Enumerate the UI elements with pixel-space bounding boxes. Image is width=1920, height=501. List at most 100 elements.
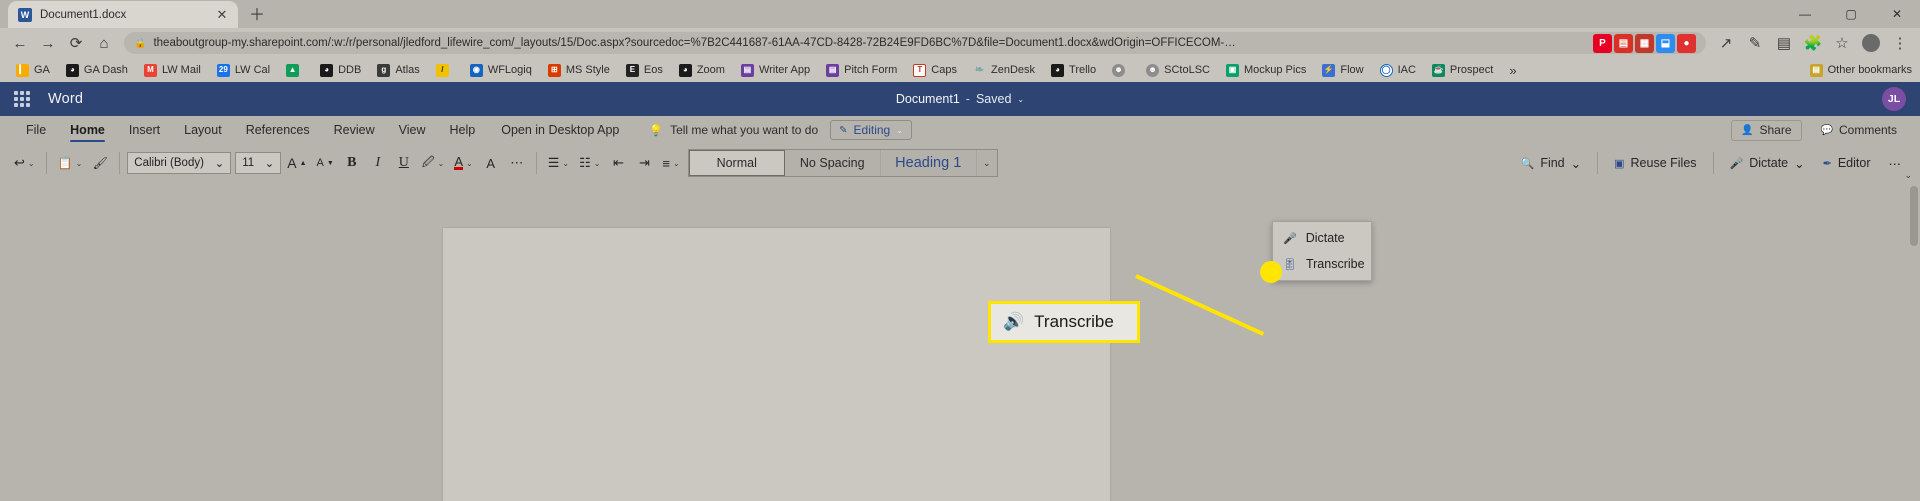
bookmarks-overflow-icon[interactable]: » bbox=[1501, 63, 1524, 78]
reload-icon[interactable]: ⟳ bbox=[62, 30, 90, 56]
back-icon[interactable]: ← bbox=[6, 30, 34, 56]
bookmark-item[interactable]: ◕ Trello bbox=[1043, 60, 1104, 80]
forward-icon[interactable]: → bbox=[34, 30, 62, 56]
document-page[interactable] bbox=[443, 228, 1110, 501]
reuse-files-button[interactable]: ▣ Reuse Files bbox=[1605, 150, 1705, 176]
close-icon[interactable]: ✕ bbox=[214, 7, 230, 23]
bookmark-item[interactable]: ☻ bbox=[1104, 60, 1138, 80]
comments-button[interactable]: 💬 Comments bbox=[1812, 120, 1906, 141]
highlight-color-button[interactable]: 🖉 ⌄ bbox=[418, 150, 449, 176]
tab-references[interactable]: References bbox=[234, 116, 322, 144]
bookmark-item[interactable]: ◯ IAC bbox=[1372, 60, 1424, 80]
styles-more-icon[interactable]: ⌄ bbox=[977, 150, 997, 176]
bookmark-item[interactable]: ◕ Zoom bbox=[671, 60, 733, 80]
dictate-button[interactable]: 🎤 Dictate ⌄ bbox=[1721, 150, 1814, 176]
format-painter-button[interactable]: 🖌 bbox=[88, 150, 112, 176]
puzzle-icon[interactable]: 🧩 bbox=[1799, 30, 1827, 56]
font-more-options-button[interactable]: ⋯ bbox=[505, 150, 529, 176]
find-button[interactable]: 🔍 Find ⌄ bbox=[1512, 150, 1591, 176]
bookmark-item[interactable]: ☕ Prospect bbox=[1424, 60, 1501, 80]
bookmark-item[interactable]: g Atlas bbox=[369, 60, 427, 80]
bookmark-item[interactable]: ▤ Writer App bbox=[733, 60, 818, 80]
other-bookmarks-button[interactable]: ▤ Other bookmarks bbox=[1809, 63, 1912, 77]
tab-view[interactable]: View bbox=[387, 116, 438, 144]
undo-button[interactable]: ↩ ⌄ bbox=[10, 150, 39, 176]
save-status[interactable]: Saved bbox=[976, 92, 1011, 106]
bookmark-item[interactable]: ▎ GA bbox=[8, 60, 58, 80]
bookmark-item[interactable]: M LW Mail bbox=[136, 60, 209, 80]
bookmark-item[interactable]: ◉ WFLogiq bbox=[462, 60, 540, 80]
avatar[interactable]: JL bbox=[1882, 87, 1906, 111]
grow-font-button[interactable]: A ▲ bbox=[283, 150, 310, 176]
app-name[interactable]: Word bbox=[48, 91, 83, 107]
bookmark-item[interactable]: ▤ Pitch Form bbox=[818, 60, 905, 80]
shrink-font-button[interactable]: A ▼ bbox=[313, 150, 338, 176]
clear-formatting-button[interactable]: A bbox=[479, 150, 503, 176]
underline-button[interactable]: U bbox=[392, 150, 416, 176]
italic-button[interactable]: I bbox=[366, 150, 390, 176]
menu-item-dictate[interactable]: 🎤 Dictate bbox=[1273, 225, 1371, 251]
record-extension-icon[interactable]: ● bbox=[1677, 33, 1696, 53]
bookmark-item[interactable]: ☻ SCtoLSC bbox=[1138, 60, 1218, 80]
font-color-button[interactable]: A ⌄ bbox=[450, 150, 476, 176]
pinterest-extension-icon[interactable]: P bbox=[1593, 33, 1612, 53]
edit-icon[interactable]: ✎ bbox=[1741, 30, 1769, 56]
browser-tab[interactable]: W Document1.docx ✕ bbox=[8, 1, 238, 28]
chevron-down-icon[interactable]: ⌄ bbox=[1794, 156, 1804, 171]
bookmark-item[interactable]: ◕ DDB bbox=[312, 60, 369, 80]
bookmark-item[interactable]: ▲ bbox=[278, 60, 312, 80]
bold-button[interactable]: B bbox=[340, 150, 364, 176]
tab-home[interactable]: Home bbox=[58, 116, 117, 144]
open-in-desktop-app-button[interactable]: Open in Desktop App bbox=[487, 116, 633, 144]
grammar-extension-icon[interactable]: ▦ bbox=[1635, 33, 1654, 53]
tab-review[interactable]: Review bbox=[322, 116, 387, 144]
bookmark-item[interactable]: ❧ ZenDesk bbox=[965, 60, 1043, 80]
profile-avatar-icon[interactable] bbox=[1857, 30, 1885, 56]
tell-me-search[interactable]: 💡 Tell me what you want to do bbox=[649, 123, 818, 137]
bookmark-item[interactable]: ◕ GA Dash bbox=[58, 60, 136, 80]
app-launcher-icon[interactable] bbox=[14, 91, 30, 107]
menu-item-transcribe[interactable]: 🎚 Transcribe bbox=[1273, 251, 1371, 277]
browser-menu-icon[interactable]: ⋮ bbox=[1886, 30, 1914, 56]
numbering-button[interactable]: ☷ ⌄ bbox=[575, 150, 604, 176]
share-button[interactable]: 👤 Share bbox=[1731, 119, 1802, 141]
bookmark-item[interactable]: ⚡ Flow bbox=[1314, 60, 1371, 80]
sidebar-icon[interactable]: ▤ bbox=[1770, 30, 1798, 56]
increase-indent-button[interactable]: ⇥ bbox=[632, 150, 656, 176]
new-tab-button[interactable]: ＋ bbox=[244, 4, 270, 28]
share-icon[interactable]: ↗ bbox=[1712, 30, 1740, 56]
bookmark-extension-icon[interactable]: ▤ bbox=[1614, 33, 1633, 53]
collapse-ribbon-icon[interactable]: ⌄ bbox=[1904, 170, 1912, 181]
bookmark-item[interactable]: / bbox=[428, 60, 462, 80]
home-icon[interactable]: ⌂ bbox=[90, 30, 118, 56]
bookmark-item[interactable]: 29 LW Cal bbox=[209, 60, 278, 80]
minimize-icon[interactable]: — bbox=[1782, 2, 1828, 26]
tab-help[interactable]: Help bbox=[438, 116, 488, 144]
tab-layout[interactable]: Layout bbox=[172, 116, 234, 144]
bookmark-item[interactable]: T Caps bbox=[905, 60, 965, 80]
tab-file[interactable]: File bbox=[14, 116, 58, 144]
address-bar[interactable]: 🔒 theaboutgroup-my.sharepoint.com/:w:/r/… bbox=[124, 32, 1706, 54]
vertical-scrollbar[interactable] bbox=[1908, 182, 1920, 501]
style-normal[interactable]: Normal bbox=[688, 150, 785, 176]
bookmark-item[interactable]: ▣ Mockup Pics bbox=[1218, 60, 1314, 80]
window-close-icon[interactable]: ✕ bbox=[1874, 2, 1920, 26]
translate-extension-icon[interactable]: ⬓ bbox=[1656, 33, 1675, 53]
style-no-spacing[interactable]: No Spacing bbox=[785, 150, 881, 176]
style-heading-1[interactable]: Heading 1 bbox=[881, 150, 977, 176]
scrollbar-thumb[interactable] bbox=[1910, 186, 1918, 246]
tab-insert[interactable]: Insert bbox=[117, 116, 172, 144]
bookmark-item[interactable]: E Eos bbox=[618, 60, 671, 80]
chevron-down-icon[interactable]: ⌄ bbox=[1017, 95, 1024, 104]
decrease-indent-button[interactable]: ⇤ bbox=[606, 150, 630, 176]
font-name-select[interactable]: Calibri (Body) ⌄ bbox=[127, 152, 232, 174]
document-title[interactable]: Document1 bbox=[896, 92, 960, 106]
paste-button[interactable]: 📋 ⌄ bbox=[54, 150, 87, 176]
bullets-button[interactable]: ☰ ⌄ bbox=[544, 150, 573, 176]
align-button[interactable]: ≡ ⌄ bbox=[658, 150, 683, 176]
font-size-select[interactable]: 11 ⌄ bbox=[235, 152, 282, 174]
star-icon[interactable]: ☆ bbox=[1828, 30, 1856, 56]
maximize-icon[interactable]: ▢ bbox=[1828, 2, 1874, 26]
editor-button[interactable]: ✒ Editor bbox=[1814, 150, 1880, 176]
bookmark-item[interactable]: ⊞ MS Style bbox=[540, 60, 618, 80]
